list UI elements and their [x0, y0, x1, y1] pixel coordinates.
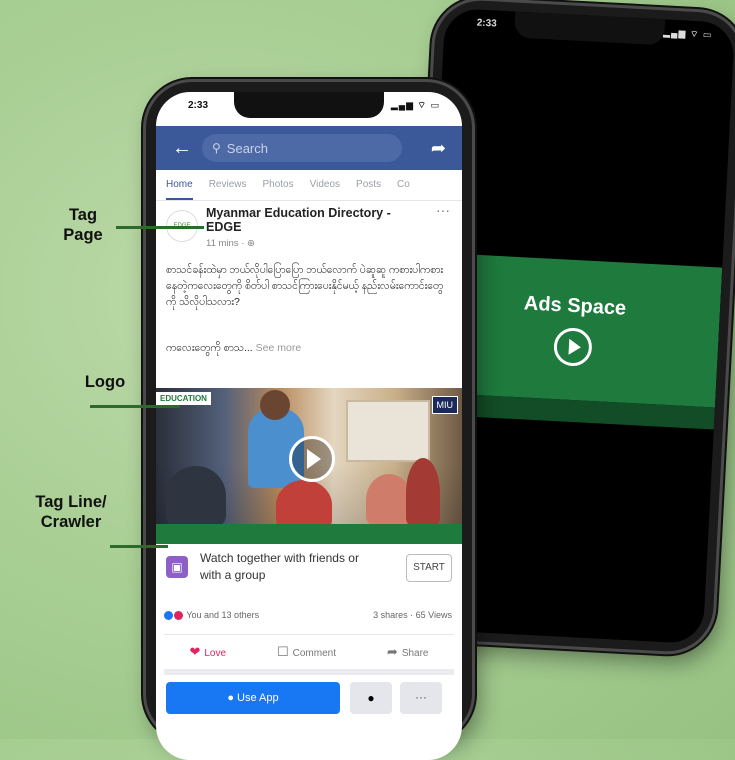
callout-logo: Logo: [84, 373, 126, 391]
tab-community[interactable]: Co: [397, 172, 410, 200]
search-input[interactable]: ⚲ Search: [202, 134, 402, 162]
love-button[interactable]: ❤ Love: [189, 644, 226, 660]
status-icons: ▂▄▆ ⌔ ▭: [663, 27, 713, 40]
comment-label: Comment: [292, 648, 336, 659]
status-time: 2:33: [188, 100, 209, 111]
share-label: Share: [401, 648, 429, 659]
bottom-bar: ● Use App ● ···: [164, 682, 454, 716]
phone-front: 2:33 ▂▄▆ ⌔ ▭ ← ⚲ Search ➦ Home Reviews P…: [146, 82, 472, 760]
video-play-icon[interactable]: [289, 436, 335, 482]
post-subtext-value: ကလေးတွေကို စာသ...: [166, 342, 253, 354]
callout-leader-logo: [90, 405, 180, 408]
heart-icon: ❤: [189, 644, 201, 659]
use-app-button[interactable]: ● Use App: [166, 682, 340, 714]
search-placeholder: Search: [226, 140, 268, 156]
play-icon[interactable]: [552, 326, 593, 367]
tab-photos[interactable]: Photos: [262, 172, 293, 200]
see-more-link[interactable]: See more: [256, 342, 302, 354]
use-app-label: Use App: [237, 692, 279, 704]
post-text: စာသင်ခန်းထဲမှာ ဘယ်လိုပါပြောပြော ဘယ်လောက်…: [166, 264, 444, 308]
watch-together-text: Watch together with friends or with a gr…: [200, 551, 359, 582]
watch-party-icon: ▣: [166, 556, 188, 578]
reactions-row: You and 13 others 3 shares · 65 Views: [164, 610, 454, 621]
tab-home[interactable]: Home: [166, 172, 193, 200]
reactions-count[interactable]: You and 13 others: [186, 610, 259, 620]
status-time: 2:33: [476, 17, 498, 30]
watch-together: ▣ Watch together with friends or with a …: [164, 550, 454, 596]
callout-tag-page: Tag Page: [63, 206, 103, 244]
video-child: [406, 458, 440, 524]
search-icon: ⚲: [212, 141, 221, 155]
tab-reviews[interactable]: Reviews: [209, 172, 247, 200]
start-button[interactable]: START: [406, 554, 452, 582]
video-teacher-head: [260, 390, 290, 420]
phone-front-screen: 2:33 ▂▄▆ ⌔ ▭ ← ⚲ Search ➦ Home Reviews P…: [156, 92, 462, 760]
tab-posts[interactable]: Posts: [356, 172, 381, 200]
page-name[interactable]: Myanmar Education Directory -EDGE: [206, 206, 396, 234]
share-icon[interactable]: ➦: [431, 138, 446, 159]
more-options-icon[interactable]: ···: [436, 202, 450, 218]
messenger-icon[interactable]: ●: [350, 682, 392, 714]
post-actions: ❤ Love ☐ Comment ➦ Share: [164, 634, 454, 675]
facebook-header: ← ⚲ Search ➦: [156, 126, 462, 170]
post-video[interactable]: EDUCATION MIU: [156, 388, 462, 524]
tag-line-crawler: [156, 524, 462, 544]
ads-space-label: Ads Space: [523, 291, 627, 320]
more-button[interactable]: ···: [400, 682, 442, 714]
like-reaction-icon: [164, 611, 173, 621]
tab-videos[interactable]: Videos: [310, 172, 340, 200]
video-child: [166, 466, 226, 524]
share-arrow-icon: ➦: [386, 644, 398, 659]
page-tabs: Home Reviews Photos Videos Posts Co: [156, 172, 462, 201]
back-arrow-icon[interactable]: ←: [172, 137, 192, 160]
share-button[interactable]: ➦ Share: [387, 644, 429, 660]
shares-views[interactable]: 3 shares · 65 Views: [373, 610, 452, 620]
callout-leader-tag-line: [110, 545, 168, 548]
status-bar: 2:33 ▂▄▆ ⌔ ▭: [156, 100, 462, 114]
comment-icon: ☐: [276, 644, 289, 659]
love-label: Love: [204, 648, 227, 659]
video-bulletin-board: [346, 400, 430, 462]
video-child: [276, 480, 332, 524]
video-education-logo: EDUCATION: [156, 392, 211, 405]
callout-leader-tag-page: [116, 226, 204, 229]
love-reaction-icon: [174, 611, 183, 621]
post-meta: 11 mins · ⊕: [206, 238, 255, 249]
callout-tag-line: Tag Line/ Crawler: [35, 493, 107, 531]
post-subtext: ကလေးတွေကို စာသ... See more: [166, 342, 301, 357]
status-icons: ▂▄▆ ⌔ ▭: [390, 100, 440, 110]
video-miu-logo: MIU: [431, 396, 458, 414]
comment-button[interactable]: ☐ Comment: [277, 644, 336, 660]
post-header: EDGE Myanmar Education Directory -EDGE 1…: [166, 202, 452, 258]
